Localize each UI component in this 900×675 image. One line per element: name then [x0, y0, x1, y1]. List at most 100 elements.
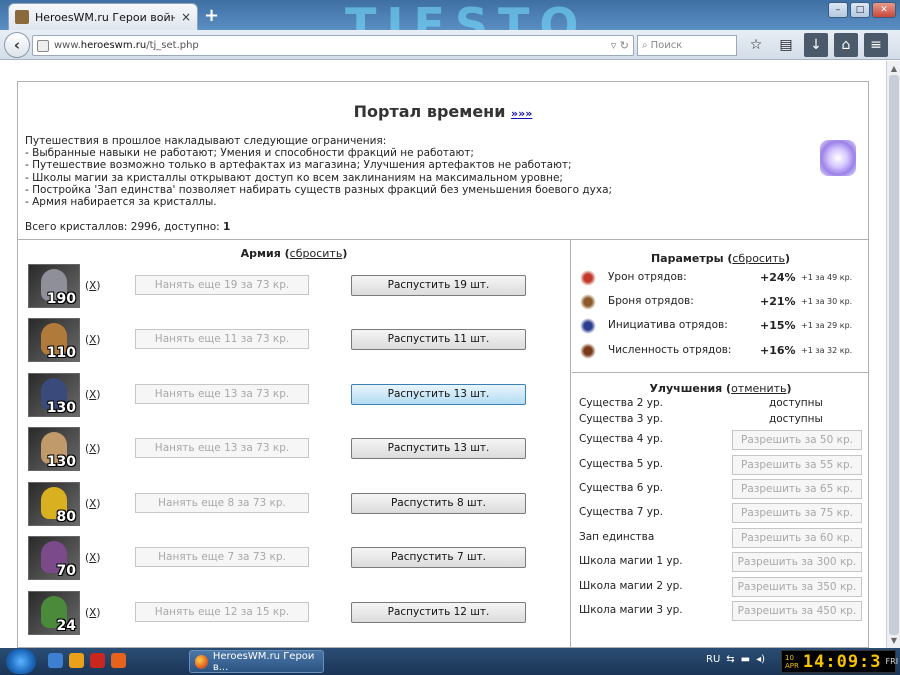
- param-cost-link[interactable]: +1 за 49 кр.: [801, 273, 852, 282]
- army-header: Армия (сбросить): [240, 247, 348, 260]
- params-reset-link[interactable]: сбросить: [732, 252, 785, 265]
- unit-count: 190: [46, 291, 76, 307]
- allow-upgrade-button[interactable]: Разрешить за 65 кр.: [732, 479, 862, 499]
- unit-portrait[interactable]: 70: [28, 536, 80, 580]
- params-title: Параметры: [650, 252, 724, 265]
- download-icon[interactable]: ↓: [804, 33, 828, 57]
- portal-more-link[interactable]: »»»: [511, 107, 532, 120]
- remove-unit-link[interactable]: (X): [85, 552, 100, 564]
- dismiss-unit-button[interactable]: Распустить 8 шт.: [351, 493, 526, 514]
- search-placeholder: Поиск: [650, 40, 683, 51]
- upgrade-buy-row: Зап единства Разрешить за 60 кр.: [579, 528, 864, 548]
- toolbar-icons: ☆ ▤ ↓ ⌂ ≡: [744, 33, 888, 57]
- close-window-button[interactable]: ✕: [872, 2, 896, 18]
- tab-close-icon[interactable]: ×: [181, 10, 191, 24]
- taskbar-firefox-window[interactable]: HeroesWM.ru Герои в...: [189, 650, 324, 673]
- dismiss-unit-button[interactable]: Распустить 7 шт.: [351, 547, 526, 568]
- maximize-button[interactable]: □: [850, 2, 870, 18]
- remove-unit-link[interactable]: (X): [85, 443, 100, 455]
- remove-unit-link[interactable]: (X): [85, 280, 100, 292]
- hire-more-button[interactable]: Нанять еще 13 за 73 кр.: [135, 438, 309, 458]
- restriction-line: - Школы магии за кристаллы открывают дос…: [25, 171, 563, 184]
- star-icon[interactable]: ☆: [744, 33, 768, 57]
- favicon-icon: [15, 10, 29, 24]
- upgrades-cancel-link[interactable]: отменить: [731, 382, 786, 395]
- vertical-scrollbar[interactable]: ▲ ▼: [886, 61, 900, 648]
- app-icon[interactable]: [69, 653, 84, 668]
- dismiss-unit-button[interactable]: Распустить 19 шт.: [351, 275, 526, 296]
- unit-portrait[interactable]: 24: [28, 591, 80, 635]
- allow-upgrade-button[interactable]: Разрешить за 55 кр.: [732, 455, 862, 475]
- hire-more-button[interactable]: Нанять еще 7 за 73 кр.: [135, 547, 309, 567]
- unit-count: 80: [56, 509, 76, 525]
- remove-unit-link[interactable]: (X): [85, 607, 100, 619]
- param-cost-link[interactable]: +1 за 30 кр.: [801, 297, 852, 306]
- clipboard-icon[interactable]: ▤: [774, 33, 798, 57]
- scroll-thumb[interactable]: [889, 75, 899, 635]
- unit-portrait[interactable]: 110: [28, 318, 80, 362]
- site-identity-icon[interactable]: [37, 39, 49, 52]
- scroll-up-icon[interactable]: ▲: [889, 64, 899, 73]
- upgrade-buy-row: Существа 7 ур. Разрешить за 75 кр.: [579, 503, 864, 523]
- start-button[interactable]: [6, 649, 36, 674]
- allow-upgrade-button[interactable]: Разрешить за 450 кр.: [732, 601, 862, 621]
- menu-icon[interactable]: ≡: [864, 33, 888, 57]
- home-icon[interactable]: ⌂: [834, 33, 858, 57]
- allow-upgrade-button[interactable]: Разрешить за 60 кр.: [732, 528, 862, 548]
- reload-icon[interactable]: ▿ ↻: [611, 39, 633, 52]
- back-icon[interactable]: ‹: [4, 32, 30, 58]
- scroll-down-icon[interactable]: ▼: [889, 636, 899, 645]
- hire-more-button[interactable]: Нанять еще 11 за 73 кр.: [135, 329, 309, 349]
- army-unit-row: 110 (X) Нанять еще 11 за 73 кр. Распустить …: [28, 318, 568, 362]
- hire-more-button[interactable]: Нанять еще 13 за 73 кр.: [135, 384, 309, 404]
- network-icon[interactable]: ⇆: [726, 654, 734, 665]
- new-tab-button[interactable]: +: [204, 5, 219, 26]
- remove-unit-link[interactable]: (X): [85, 389, 100, 401]
- portal-title-text: Портал времени: [353, 102, 506, 121]
- hire-more-button[interactable]: Нанять еще 12 за 15 кр.: [135, 602, 309, 622]
- remove-unit-link[interactable]: (X): [85, 334, 100, 346]
- param-row: Урон отрядов: +24% +1 за 49 кр.: [580, 268, 865, 288]
- remove-unit-link[interactable]: (X): [85, 498, 100, 510]
- crystals-available: 1: [223, 221, 231, 233]
- desktop-icon[interactable]: [48, 653, 63, 668]
- search-input[interactable]: ⌕ Поиск: [637, 35, 737, 56]
- param-cost-link[interactable]: +1 за 29 кр.: [801, 321, 852, 330]
- army-reset-link[interactable]: сбросить: [290, 247, 343, 260]
- volume-icon[interactable]: ◂): [756, 654, 765, 665]
- flag-icon[interactable]: ▬: [741, 654, 750, 665]
- url-text[interactable]: www.heroeswm.ru/tj_set.php: [54, 40, 606, 51]
- dismiss-unit-button[interactable]: Распустить 13 шт.: [351, 438, 526, 459]
- unit-portrait[interactable]: 190: [28, 264, 80, 308]
- browser-tab[interactable]: HeroesWM.ru Герои войны и... ×: [8, 3, 198, 30]
- restrictions-list: Путешествия в прошлое накладывают следую…: [25, 135, 612, 208]
- upgrade-label: Существа 5 ур.: [579, 458, 663, 470]
- firefox-icon[interactable]: [111, 653, 126, 668]
- opera-icon[interactable]: [90, 653, 105, 668]
- dismiss-unit-button[interactable]: Распустить 12 шт.: [351, 602, 526, 623]
- address-bar[interactable]: www.heroeswm.ru/tj_set.php ▿ ↻: [32, 35, 634, 56]
- unit-portrait[interactable]: 80: [28, 482, 80, 526]
- param-row: Инициатива отрядов: +15% +1 за 29 кр.: [580, 316, 865, 336]
- param-cost-link[interactable]: +1 за 32 кр.: [801, 346, 852, 355]
- hire-more-button[interactable]: Нанять еще 19 за 73 кр.: [135, 275, 309, 295]
- upgrade-buy-row: Существа 6 ур. Разрешить за 65 кр.: [579, 479, 864, 499]
- allow-upgrade-button[interactable]: Разрешить за 50 кр.: [732, 430, 862, 450]
- allow-upgrade-button[interactable]: Разрешить за 75 кр.: [732, 503, 862, 523]
- clock[interactable]: 10 APR 14:09:3 FRI: [781, 650, 898, 673]
- hire-more-button[interactable]: Нанять еще 8 за 73 кр.: [135, 493, 309, 513]
- unit-portrait[interactable]: 130: [28, 427, 80, 471]
- upgrade-label: Существа 2 ур.: [579, 397, 663, 409]
- upgrade-label: Школа магии 2 ур.: [579, 580, 683, 592]
- minimize-button[interactable]: –: [828, 2, 848, 18]
- allow-upgrade-button[interactable]: Разрешить за 350 кр.: [732, 577, 862, 597]
- browser-navbar: ‹ www.heroeswm.ru/tj_set.php ▿ ↻ ⌕ Поиск…: [0, 30, 900, 60]
- language-indicator[interactable]: RU: [706, 654, 720, 665]
- dismiss-unit-button[interactable]: Распустить 13 шт.: [351, 384, 526, 405]
- unit-portrait[interactable]: 130: [28, 373, 80, 417]
- upgrade-buy-row: Школа магии 2 ур. Разрешить за 350 кр.: [579, 577, 864, 597]
- param-label: Броня отрядов:: [608, 295, 694, 307]
- dismiss-unit-button[interactable]: Распустить 11 шт.: [351, 329, 526, 350]
- allow-upgrade-button[interactable]: Разрешить за 300 кр.: [732, 552, 862, 572]
- army-unit-row: 190 (X) Нанять еще 19 за 73 кр. Распустить …: [28, 264, 568, 308]
